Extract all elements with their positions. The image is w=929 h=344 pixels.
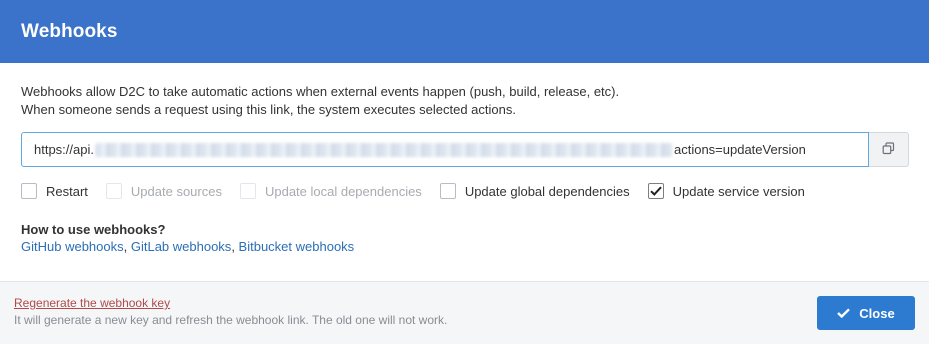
gitlab-webhooks-link[interactable]: GitLab webhooks — [131, 239, 231, 254]
option-label: Update sources — [130, 183, 222, 199]
url-hidden-key — [94, 142, 673, 157]
description-line-2: When someone sends a request using this … — [21, 102, 516, 117]
option-update-service-version[interactable]: Update service version — [647, 183, 805, 199]
action-options: Restart Update sources Update local depe… — [21, 181, 908, 201]
option-label: Update local dependencies — [264, 183, 422, 199]
close-button[interactable]: Close — [817, 296, 915, 330]
regenerate-note: It will generate a new key and refresh t… — [14, 313, 448, 327]
option-update-local-dependencies: Update local dependencies — [239, 183, 422, 199]
url-suffix: actions=updateVersion — [673, 142, 806, 157]
modal-title: Webhooks — [21, 20, 118, 42]
checkbox — [239, 183, 256, 199]
howto-title: How to use webhooks? — [21, 222, 166, 237]
howto-links: GitHub webhooks, GitLab webhooks, Bitbuc… — [21, 238, 908, 256]
copy-icon — [882, 141, 895, 158]
link-separator: , — [123, 239, 131, 254]
option-label: Restart — [46, 183, 88, 199]
webhooks-modal: Webhooks Webhooks allow D2C to take auto… — [0, 0, 929, 344]
bitbucket-webhooks-link[interactable]: Bitbucket webhooks — [239, 239, 355, 254]
option-update-sources: Update sources — [105, 183, 222, 199]
description: Webhooks allow D2C to take automatic act… — [21, 83, 908, 119]
option-update-global-dependencies[interactable]: Update global dependencies — [439, 183, 630, 199]
copy-url-button[interactable] — [869, 132, 909, 167]
github-webhooks-link[interactable]: GitHub webhooks — [21, 239, 124, 254]
option-restart[interactable]: Restart — [21, 183, 88, 199]
close-label: Close — [859, 305, 895, 321]
url-prefix: https://api. — [34, 142, 94, 157]
link-separator: , — [231, 239, 239, 254]
webhook-url-field[interactable]: https://api. actions=updateVersion — [21, 132, 869, 167]
modal-body: Webhooks allow D2C to take automatic act… — [0, 63, 929, 256]
checkbox[interactable] — [647, 183, 664, 199]
checkbox — [105, 183, 122, 199]
modal-footer: Regenerate the webhook key It will gener… — [0, 281, 929, 344]
webhook-url-row: https://api. actions=updateVersion — [21, 132, 909, 167]
regenerate-key-link[interactable]: Regenerate the webhook key — [14, 295, 170, 312]
checkmark-icon — [649, 186, 662, 196]
option-label: Update service version — [672, 183, 805, 199]
checkbox[interactable] — [21, 183, 37, 199]
checkbox[interactable] — [439, 183, 456, 199]
howto-section: How to use webhooks? GitHub webhooks, Gi… — [21, 221, 908, 256]
modal-header: Webhooks — [0, 0, 929, 63]
option-label: Update global dependencies — [464, 183, 630, 199]
description-line-1: Webhooks allow D2C to take automatic act… — [21, 84, 620, 99]
check-icon — [837, 308, 851, 318]
